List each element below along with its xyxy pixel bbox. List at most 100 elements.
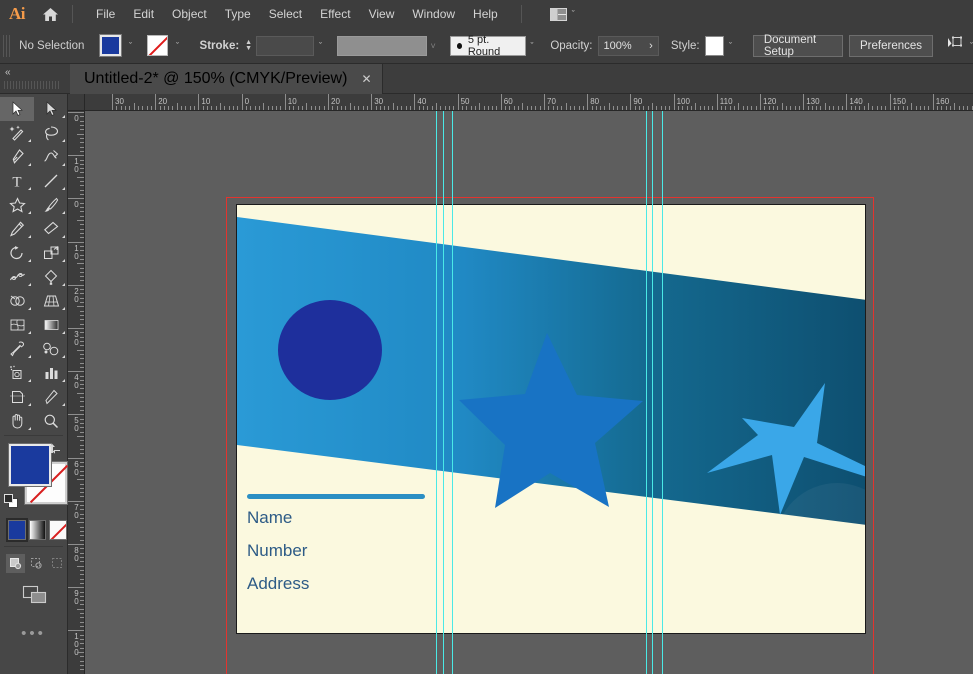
menu-item-type[interactable]: Type — [216, 3, 260, 25]
ruler-label: 100 — [676, 97, 690, 106]
pen-tool[interactable] — [0, 145, 34, 169]
ruler-minor-tick — [781, 103, 783, 110]
vertical-ruler[interactable]: 0100102030405060708090100110 — [68, 111, 85, 674]
guide-line[interactable] — [436, 111, 437, 674]
column-graph-tool[interactable] — [34, 361, 68, 385]
width-tool[interactable] — [0, 265, 34, 289]
stroke-swatch-group: ˇ — [146, 35, 186, 56]
more-tools-button[interactable]: ••• — [0, 612, 67, 641]
ruler-major-tick — [112, 94, 113, 110]
width-profile-chevron-down-icon[interactable]: ˅ — [427, 35, 440, 56]
menu-item-select[interactable]: Select — [260, 3, 311, 25]
stroke-weight-stepper[interactable]: ▲ ▼ — [244, 35, 253, 56]
stroke-weight-chevron-down-icon[interactable]: ˇ — [314, 35, 327, 56]
home-icon[interactable] — [34, 0, 66, 28]
ruler-minor-tick — [868, 103, 869, 110]
menu-item-object[interactable]: Object — [163, 3, 216, 25]
brush-chevron-down-icon[interactable]: ˇ — [526, 35, 539, 56]
ruler-corner[interactable] — [68, 94, 85, 111]
collapse-panel-icon[interactable]: « — [5, 67, 11, 78]
blend-tool[interactable] — [34, 337, 68, 361]
change-screen-mode-icon[interactable] — [17, 581, 51, 612]
guide-line[interactable] — [662, 111, 663, 674]
style-chevron-down-icon[interactable]: ˇ — [724, 35, 737, 56]
lasso-tool[interactable] — [34, 121, 68, 145]
scale-tool[interactable] — [34, 241, 68, 265]
direct-selection-tool[interactable] — [34, 97, 68, 121]
guide-line[interactable] — [443, 111, 444, 674]
draw-behind-button[interactable] — [27, 554, 46, 573]
hand-tool[interactable] — [0, 409, 34, 433]
artboard-tool[interactable] — [0, 385, 34, 409]
guide-line[interactable] — [452, 111, 453, 674]
magic-wand-tool[interactable] — [0, 121, 34, 145]
shape-builder-tool[interactable] — [0, 289, 34, 313]
opacity-options-icon[interactable]: › — [649, 40, 653, 52]
guide-line[interactable] — [646, 111, 647, 674]
align-to-selection-icon[interactable] — [947, 35, 965, 56]
fill-chevron-down-icon[interactable]: ˇ — [123, 35, 139, 56]
menu-item-file[interactable]: File — [87, 3, 124, 25]
opacity-input[interactable]: 100% › — [597, 35, 659, 56]
width-profile-select[interactable] — [336, 35, 427, 56]
menu-item-effect[interactable]: Effect — [311, 3, 359, 25]
toolbar-divider — [4, 435, 63, 436]
eyedropper-tool[interactable] — [0, 337, 34, 361]
draw-inside-button[interactable] — [48, 554, 67, 573]
menu-item-window[interactable]: Window — [403, 3, 464, 25]
menu-item-edit[interactable]: Edit — [124, 3, 163, 25]
selection-tool[interactable] — [0, 97, 34, 121]
mesh-tool[interactable] — [0, 313, 34, 337]
gradient-mode-button[interactable] — [28, 520, 47, 540]
opacity-label: Opacity: — [550, 39, 593, 52]
arrange-documents-button[interactable]: ˇ — [546, 5, 579, 24]
line-segment-tool[interactable] — [34, 169, 68, 193]
rotate-tool[interactable] — [0, 241, 34, 265]
gradient-tool[interactable] — [34, 313, 68, 337]
ruler-label: 60 — [74, 459, 79, 477]
zoom-tool[interactable] — [34, 409, 68, 433]
ruler-label: 120 — [763, 97, 777, 106]
artboard[interactable]: Name Number Address — [236, 204, 866, 634]
stroke-chevron-down-icon[interactable]: ˇ — [170, 35, 186, 56]
brush-preview-icon — [456, 42, 462, 49]
document-setup-button[interactable]: Document Setup — [752, 34, 843, 58]
default-fill-stroke-icon[interactable] — [4, 494, 19, 514]
shape-tool[interactable] — [0, 193, 34, 217]
menu-item-view[interactable]: View — [360, 3, 404, 25]
ruler-major-tick — [68, 587, 84, 589]
ruler-major-tick — [68, 155, 84, 157]
fill-color-box[interactable] — [8, 443, 52, 487]
preferences-button[interactable]: Preferences — [849, 34, 934, 57]
symbol-sprayer-tool[interactable] — [0, 361, 34, 385]
stroke-weight-input[interactable] — [255, 35, 315, 56]
none-mode-button[interactable] — [49, 520, 68, 540]
horizontal-ruler[interactable]: 30 20 10 0 10 20 30 40 50 60 70 80 90 100 110 120 130 140… — [68, 94, 973, 111]
free-transform-tool[interactable] — [34, 265, 68, 289]
color-mode-button[interactable] — [6, 518, 28, 542]
swap-fill-stroke-icon[interactable] — [48, 442, 61, 460]
perspective-grid-tool[interactable] — [34, 289, 68, 313]
artwork-text-address: Address — [247, 574, 309, 593]
ruler-major-tick — [889, 94, 891, 110]
pencil-tool[interactable] — [0, 217, 34, 241]
eraser-tool[interactable] — [34, 217, 68, 241]
draw-normal-button[interactable] — [6, 554, 25, 573]
graphic-style-swatch[interactable] — [704, 35, 725, 56]
document-tab[interactable]: Untitled-2* @ 150% (CMYK/Preview) ✕ — [70, 64, 383, 94]
paintbrush-tool[interactable] — [34, 193, 68, 217]
curvature-tool[interactable] — [34, 145, 68, 169]
menu-item-help[interactable]: Help — [464, 3, 507, 25]
type-tool[interactable]: T — [0, 169, 34, 193]
close-icon[interactable]: ✕ — [361, 73, 371, 85]
slice-tool[interactable] — [34, 385, 68, 409]
ruler-label: 70 — [547, 97, 556, 106]
selection-status-label: No Selection — [19, 39, 85, 52]
guide-line[interactable] — [652, 111, 653, 674]
brush-definition-select[interactable]: 5 pt. Round — [449, 34, 526, 58]
canvas-area[interactable]: Name Number Address — [85, 111, 973, 674]
stroke-color-swatch[interactable] — [146, 35, 168, 56]
tab-bar-grip[interactable] — [4, 81, 60, 89]
fill-color-swatch[interactable] — [98, 34, 122, 57]
control-bar-grip[interactable] — [3, 34, 11, 57]
